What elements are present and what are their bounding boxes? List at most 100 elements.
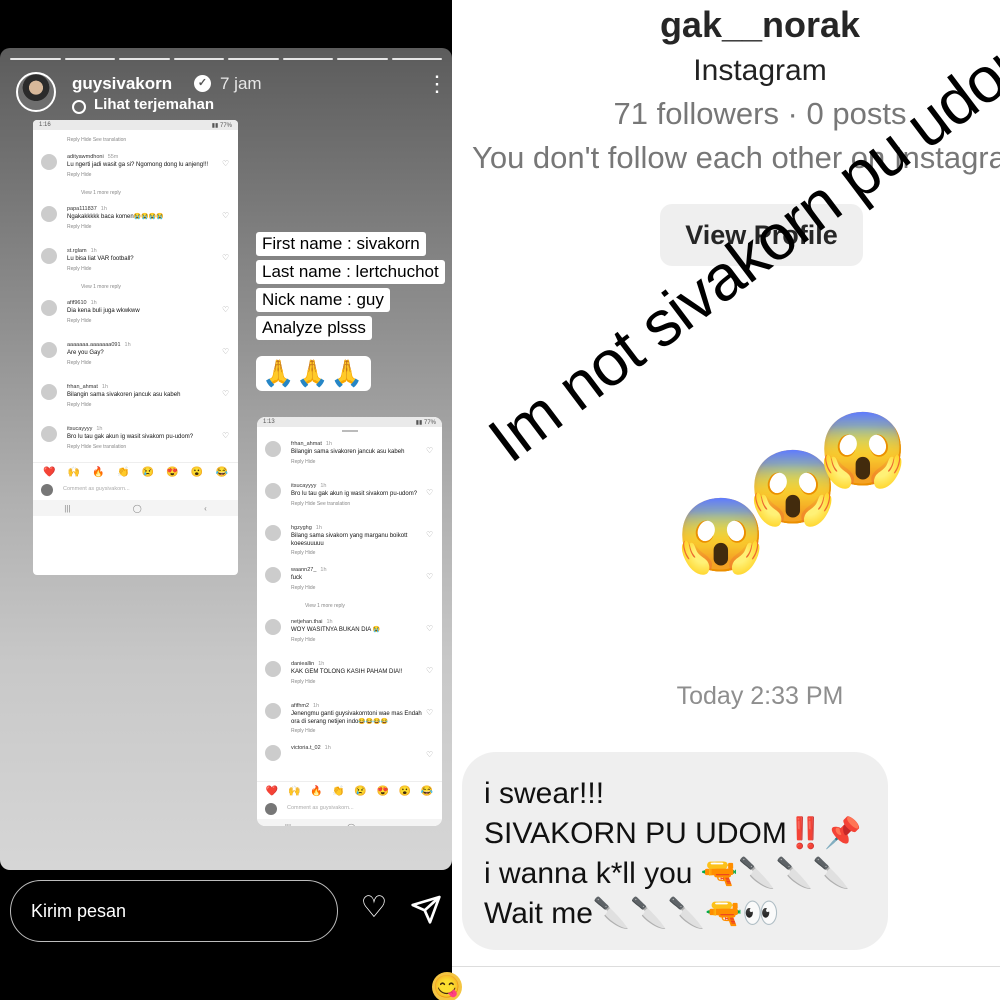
- avatar[interactable]: [16, 72, 56, 112]
- comment-actions[interactable]: Reply Hide: [291, 679, 424, 685]
- nav-button-icon[interactable]: ‹: [204, 504, 207, 513]
- heart-icon[interactable]: ♡: [222, 160, 230, 168]
- comment-username[interactable]: frhan_ahmat 1h: [291, 441, 424, 447]
- comment-username[interactable]: afifhm2 1h: [291, 703, 424, 709]
- heart-icon[interactable]: ♡: [222, 390, 230, 398]
- send-message-input[interactable]: Kirim pesan: [10, 880, 338, 942]
- comment-item[interactable]: danieallin 1h KAK GEM TOLONG KASIH PAHAM D…: [257, 655, 442, 697]
- emoji-reaction-button[interactable]: 😢: [142, 467, 154, 478]
- comment-actions[interactable]: Reply Hide: [67, 318, 220, 324]
- comment-username[interactable]: hgzyghg 1h: [291, 525, 424, 531]
- avatar[interactable]: [265, 703, 281, 719]
- comment-item[interactable]: frhan_ahmat 1h Bilangin sama sivakoren jan…: [257, 435, 442, 477]
- comment-item[interactable]: itsucayyyy 1h Bro lu tau gak akun ig wasit…: [257, 477, 442, 519]
- avatar[interactable]: [265, 661, 281, 677]
- comment-username[interactable]: afif9610 1h: [67, 300, 220, 306]
- heart-icon[interactable]: ♡: [426, 667, 434, 675]
- comment-item[interactable]: hgzyghg 1h Bilang sama sivakorn yang marga…: [257, 519, 442, 561]
- emoji-reaction-button[interactable]: 👏: [117, 467, 129, 478]
- emoji-reaction-button[interactable]: 🔥: [92, 467, 104, 478]
- comment-input[interactable]: Comment as guysivakorn...: [257, 801, 442, 819]
- comment-actions[interactable]: Reply Hide: [67, 402, 220, 408]
- comment-actions[interactable]: Reply Hide: [67, 360, 220, 366]
- comment-actions[interactable]: Reply Hide: [291, 637, 424, 643]
- view-more-replies-link[interactable]: View 1 more reply: [33, 284, 238, 294]
- avatar[interactable]: [265, 567, 281, 583]
- heart-icon[interactable]: ♡: [426, 531, 434, 539]
- comment-actions[interactable]: Reply Hide: [291, 459, 424, 465]
- comment-actions[interactable]: Reply Hide See translation: [291, 501, 424, 507]
- heart-icon[interactable]: ♡: [426, 751, 434, 759]
- comment-username[interactable]: st.rglam 1h: [67, 248, 220, 254]
- send-icon[interactable]: [410, 893, 442, 925]
- heart-icon[interactable]: ♡: [222, 254, 230, 262]
- comment-username[interactable]: adityawmdhoni 55m: [67, 154, 220, 160]
- nav-button-icon[interactable]: ‹: [411, 823, 414, 827]
- comment-username[interactable]: itsucayyyy 1h: [291, 483, 424, 489]
- avatar[interactable]: [41, 300, 57, 316]
- emoji-reaction-button[interactable]: ❤️: [266, 786, 278, 797]
- comment-item[interactable]: netjehan.thai 1h WOY WASITNYA BUKAN DIA 😭 R…: [257, 613, 442, 655]
- emoji-reaction-button[interactable]: ❤️: [43, 467, 55, 478]
- emoji-reaction-button[interactable]: 😍: [166, 467, 178, 478]
- heart-icon[interactable]: ♡: [426, 489, 434, 497]
- comment-actions[interactable]: Reply Hide: [67, 172, 220, 178]
- heart-icon[interactable]: ♡: [358, 892, 390, 924]
- heart-icon[interactable]: ♡: [426, 625, 434, 633]
- comment-actions[interactable]: Reply Hide: [67, 266, 220, 272]
- see-translation-link[interactable]: Lihat terjemahan: [94, 96, 214, 113]
- comment-username[interactable]: netjehan.thai 1h: [291, 619, 424, 625]
- avatar[interactable]: [265, 525, 281, 541]
- comment-item[interactable]: aaaaaaa.aaaaaaa091 1h Are you Gay? Reply Hi…: [33, 336, 238, 378]
- avatar[interactable]: [265, 483, 281, 499]
- heart-icon[interactable]: ♡: [426, 573, 434, 581]
- comment-item[interactable]: itsucayyyy 1h Bro lu tau gak akun ig wasit…: [33, 420, 238, 462]
- comment-item[interactable]: afif9610 1h Dia kena buli juga wkwkww Reply…: [33, 294, 238, 336]
- emoji-reaction-button[interactable]: 👏: [332, 786, 344, 797]
- avatar[interactable]: [41, 154, 57, 170]
- nav-button-icon[interactable]: ◯: [347, 823, 356, 827]
- comment-username[interactable]: waann27_ 1h: [291, 567, 424, 573]
- comment-item[interactable]: papa111837 1h Ngakakkkkk baca komen😭😭😭😭 Rep…: [33, 200, 238, 242]
- comment-actions[interactable]: Reply Hide: [291, 728, 424, 734]
- heart-icon[interactable]: ♡: [222, 348, 230, 356]
- more-options-icon[interactable]: ⋮: [426, 73, 448, 104]
- comment-actions[interactable]: Reply Hide: [291, 585, 424, 591]
- comment-username[interactable]: frhan_ahmat 1h: [67, 384, 220, 390]
- comment-actions[interactable]: Reply Hide: [291, 550, 424, 556]
- heart-icon[interactable]: ♡: [426, 709, 434, 717]
- heart-icon[interactable]: ♡: [222, 212, 230, 220]
- emoji-reaction-button[interactable]: 🔥: [310, 786, 322, 797]
- comment-input[interactable]: Comment as guysivakorn...: [33, 482, 238, 500]
- avatar[interactable]: [41, 206, 57, 222]
- comment-item[interactable]: st.rglam 1h Lu bisa liat VAR football? Repl…: [33, 242, 238, 284]
- comment-item[interactable]: victoria.t_02 1h ♡: [257, 739, 442, 781]
- message-bubble[interactable]: i swear!!! SIVAKORN PU UDOM‼️📌 i wanna k…: [462, 752, 888, 950]
- avatar[interactable]: [41, 248, 57, 264]
- avatar[interactable]: [265, 441, 281, 457]
- heart-icon[interactable]: ♡: [426, 447, 434, 455]
- comment-username[interactable]: itsucayyyy 1h: [67, 426, 220, 432]
- emoji-reaction-button[interactable]: 😂: [215, 467, 227, 478]
- emoji-reaction-button[interactable]: 😢: [354, 786, 366, 797]
- comment-actions[interactable]: Reply Hide See translation: [67, 444, 220, 450]
- avatar[interactable]: [265, 619, 281, 635]
- story-card[interactable]: guysivakorn ✓ 7 jam Lihat terjemahan ⋮ 1…: [0, 48, 452, 870]
- emoji-reaction-button[interactable]: 😮: [191, 467, 203, 478]
- comment-username[interactable]: aaaaaaa.aaaaaaa091 1h: [67, 342, 220, 348]
- comment-username[interactable]: papa111837 1h: [67, 206, 220, 212]
- view-more-replies-link[interactable]: View 1 more reply: [257, 603, 442, 613]
- avatar[interactable]: [41, 384, 57, 400]
- avatar[interactable]: [41, 426, 57, 442]
- comment-item[interactable]: frhan_ahmat 1h Bilangin sama sivakoren jan…: [33, 378, 238, 420]
- heart-icon[interactable]: ♡: [222, 306, 230, 314]
- emoji-reaction-button[interactable]: 😍: [376, 786, 388, 797]
- avatar[interactable]: [265, 745, 281, 761]
- nav-button-icon[interactable]: ◯: [133, 504, 142, 513]
- emoji-reaction-button[interactable]: 😮: [399, 786, 411, 797]
- view-more-replies-link[interactable]: View 1 more reply: [33, 190, 238, 200]
- comment-item[interactable]: afifhm2 1h Jenengmu ganti guysivakorntoni …: [257, 697, 442, 739]
- comment-item[interactable]: waann27_ 1h fuck Reply Hide ♡: [257, 561, 442, 603]
- comment-username[interactable]: victoria.t_02 1h: [291, 745, 424, 751]
- story-username[interactable]: guysivakorn: [72, 74, 172, 94]
